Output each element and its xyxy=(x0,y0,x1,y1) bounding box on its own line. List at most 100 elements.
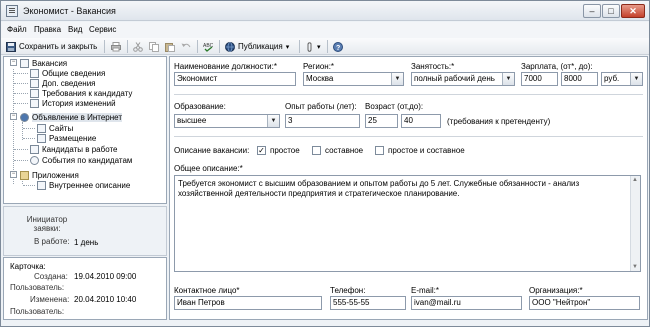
menu-file[interactable]: Файл xyxy=(7,25,27,34)
education-select[interactable]: высшее ▼ xyxy=(174,114,280,128)
employment-select[interactable]: полный рабочий день ▼ xyxy=(411,72,515,86)
events-icon xyxy=(30,155,39,165)
document-icon xyxy=(30,78,39,88)
close-icon: ✕ xyxy=(629,6,637,16)
salary-label: Зарплата, (от*, до): xyxy=(521,62,593,71)
email-input[interactable]: ivan@mail.ru xyxy=(411,296,522,310)
user-label: Пользователь: xyxy=(10,283,65,292)
print-icon xyxy=(111,41,121,51)
collapse-toggle[interactable]: − xyxy=(10,113,17,120)
checkbox-both[interactable] xyxy=(375,146,384,155)
employment-label: Занятость:* xyxy=(411,62,455,71)
document-icon xyxy=(30,68,39,78)
organization-input[interactable]: ООО "Нейтрон" xyxy=(529,296,640,310)
title-bar[interactable]: Экономист - Вакансия – □ ✕ xyxy=(1,1,649,21)
help-icon: ? xyxy=(333,41,343,52)
spellcheck-button[interactable]: ABC xyxy=(203,40,213,53)
attach-button[interactable]: ▾ xyxy=(305,40,321,53)
close-button[interactable]: ✕ xyxy=(621,4,645,18)
changed-label: Изменена: xyxy=(30,295,70,304)
checkbox-composite[interactable] xyxy=(312,146,321,155)
initiator-label: Инициатор заявки: xyxy=(26,215,68,233)
globe-icon xyxy=(20,112,29,122)
paste-button[interactable] xyxy=(165,40,175,53)
collapse-toggle[interactable]: − xyxy=(10,59,17,66)
tree-item-general[interactable]: Общие сведения xyxy=(30,68,105,78)
tree-item-internet[interactable]: Объявление в Интернет xyxy=(20,112,122,122)
collapse-toggle[interactable]: − xyxy=(10,171,17,178)
position-label: Наименование должности:* xyxy=(174,62,277,71)
spellcheck-icon: ABC xyxy=(203,43,213,52)
general-description-text: Требуется экономист с высшим образование… xyxy=(178,179,580,198)
tree-item-events[interactable]: События по кандидатам xyxy=(30,155,132,165)
salary-from-input[interactable]: 7000 xyxy=(521,72,558,86)
tree-item-candidates[interactable]: Кандидаты в работе xyxy=(30,144,118,154)
cut-button[interactable] xyxy=(133,40,143,53)
help-button[interactable]: ? xyxy=(333,40,343,53)
copy-icon xyxy=(149,41,159,52)
tree-item-requirements[interactable]: Требования к кандидату xyxy=(30,88,132,98)
undo-button[interactable] xyxy=(181,40,191,53)
tree-item-placement[interactable]: Размещение xyxy=(37,133,96,143)
globe-icon xyxy=(225,41,235,52)
chevron-down-icon: ▼ xyxy=(502,73,514,85)
maximize-button[interactable]: □ xyxy=(602,4,620,18)
menu-bar: Файл Правка Вид Сервис xyxy=(1,22,649,38)
region-label: Регион:* xyxy=(303,62,335,71)
age-to-input[interactable]: 40 xyxy=(401,114,441,128)
menu-service[interactable]: Сервис xyxy=(89,25,116,34)
checkbox-simple-label: простое xyxy=(270,146,300,155)
description-type-label: Описание вакансии: xyxy=(174,146,250,155)
window-title: Экономист - Вакансия xyxy=(23,6,116,16)
user-label: Пользователь: xyxy=(10,307,65,316)
save-close-button[interactable]: Сохранить и закрыть xyxy=(6,40,97,53)
currency-select[interactable]: руб. ▼ xyxy=(601,72,643,86)
age-from-input[interactable]: 25 xyxy=(365,114,398,128)
salary-to-input[interactable]: 8000 xyxy=(561,72,598,86)
tree-item-history[interactable]: История изменений xyxy=(30,98,116,108)
publish-label: Публикация xyxy=(238,42,283,51)
vacancy-info-panel: Инициатор заявки: В работе: 1 день xyxy=(3,206,167,256)
scroll-up-icon[interactable]: ▲ xyxy=(632,177,638,183)
tree-item-attachments[interactable]: Приложения xyxy=(20,170,79,180)
paste-icon xyxy=(165,42,175,52)
tree-item-sites[interactable]: Сайты xyxy=(37,123,73,133)
copy-button[interactable] xyxy=(149,40,159,53)
minimize-button[interactable]: – xyxy=(583,4,601,18)
tree-item-vacancy[interactable]: Вакансия xyxy=(20,58,67,68)
folder-icon xyxy=(20,170,29,180)
phone-input[interactable]: 555-55-55 xyxy=(330,296,406,310)
publish-button[interactable]: Публикация ▾ xyxy=(225,40,289,53)
card-panel: Карточка: Создана: 19.04.2010 09:00 Поль… xyxy=(3,257,167,320)
position-input[interactable]: Экономист xyxy=(174,72,296,86)
chevron-down-icon: ▾ xyxy=(285,43,290,51)
experience-label: Опыт работы (лет): xyxy=(285,102,357,111)
chevron-down-icon: ▾ xyxy=(317,43,321,51)
chevron-down-icon: ▼ xyxy=(630,73,642,85)
history-icon xyxy=(30,98,39,108)
scroll-down-icon[interactable]: ▼ xyxy=(632,264,638,270)
print-button[interactable] xyxy=(111,40,121,53)
tree-item-extra[interactable]: Доп. сведения xyxy=(30,78,96,88)
section-divider xyxy=(174,136,643,137)
section-divider xyxy=(174,94,643,95)
menu-edit[interactable]: Правка xyxy=(34,25,61,34)
region-select[interactable]: Москва ▼ xyxy=(303,72,404,86)
chevron-down-icon: ▼ xyxy=(267,115,279,127)
email-label: E-mail:* xyxy=(411,286,440,295)
chevron-down-icon: ▼ xyxy=(391,73,403,85)
sites-icon xyxy=(37,123,46,133)
checkbox-both-label: простое и составное xyxy=(388,146,465,155)
contact-label: Контактное лицо* xyxy=(174,286,240,295)
tree-item-internal[interactable]: Внутреннее описание xyxy=(37,180,130,190)
vertical-scrollbar[interactable]: ▲ ▼ xyxy=(630,176,640,271)
contact-input[interactable]: Иван Петров xyxy=(174,296,322,310)
menu-view[interactable]: Вид xyxy=(68,25,82,34)
general-description-textarea[interactable]: Требуется экономист с высшим образование… xyxy=(174,175,641,272)
document-icon xyxy=(6,5,18,17)
created-value: 19.04.2010 09:00 xyxy=(74,272,137,281)
checkbox-simple[interactable]: ✓ xyxy=(257,146,266,155)
experience-input[interactable]: 3 xyxy=(285,114,360,128)
undo-icon xyxy=(181,43,191,47)
maximize-icon: □ xyxy=(608,6,614,16)
